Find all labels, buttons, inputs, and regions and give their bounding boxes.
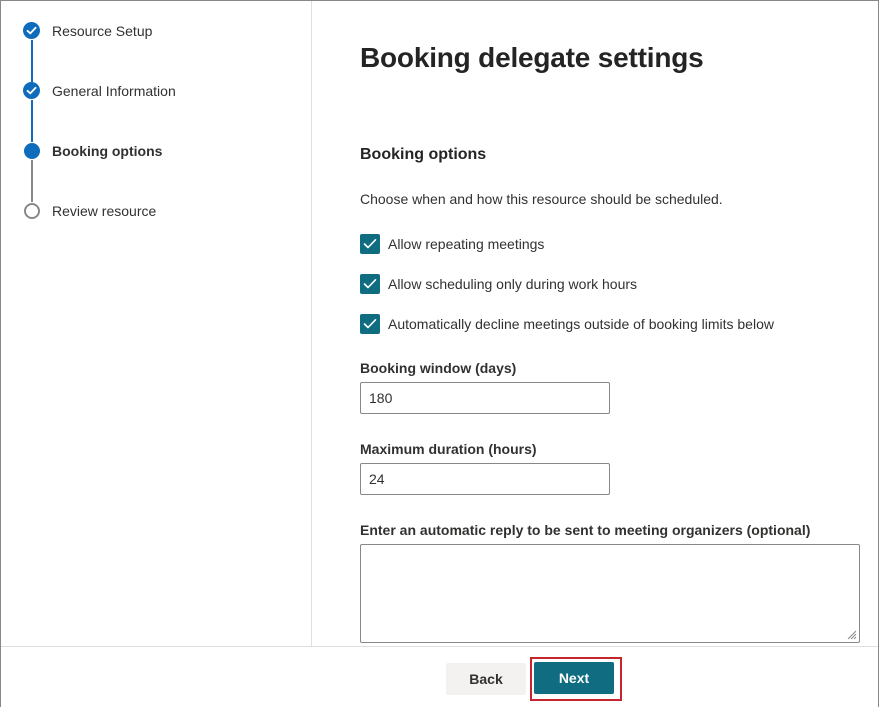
checkbox-label: Allow scheduling only during work hours bbox=[388, 276, 638, 292]
booking-settings-panel: Booking delegate settings Booking option… bbox=[313, 1, 879, 646]
checkbox-checked[interactable] bbox=[360, 314, 380, 334]
step-connector bbox=[31, 40, 33, 82]
max-duration-label: Maximum duration (hours) bbox=[360, 441, 537, 457]
checkbox-label: Automatically decline meetings outside o… bbox=[388, 316, 774, 332]
booking-window-input[interactable]: 180 bbox=[360, 382, 610, 414]
wizard-footer: Back Next bbox=[1, 646, 878, 707]
checkmark-circle-icon bbox=[23, 82, 40, 99]
page-title: Booking delegate settings bbox=[360, 42, 704, 73]
checkmark-circle-icon bbox=[23, 22, 40, 39]
auto-reply-textarea[interactable] bbox=[360, 544, 860, 643]
resize-grip-icon[interactable] bbox=[845, 628, 857, 640]
filled-circle-icon bbox=[24, 143, 40, 159]
step-label: Booking options bbox=[52, 143, 163, 159]
section-title: Booking options bbox=[360, 146, 487, 163]
empty-circle-icon bbox=[24, 203, 40, 219]
allow-repeating-checkbox[interactable]: Allow repeating meetings bbox=[360, 234, 544, 254]
step-label: Resource Setup bbox=[52, 23, 153, 39]
step-connector bbox=[31, 100, 33, 142]
step-label: Review resource bbox=[52, 203, 157, 219]
step-connector bbox=[31, 160, 33, 202]
work-hours-only-checkbox[interactable]: Allow scheduling only during work hours bbox=[360, 274, 637, 294]
wizard-window: Resource Setup General Information Booki… bbox=[0, 0, 879, 707]
back-button[interactable]: Back bbox=[446, 663, 526, 695]
checkbox-checked[interactable] bbox=[360, 234, 380, 254]
next-button[interactable]: Next bbox=[534, 662, 614, 694]
step-label: General Information bbox=[52, 83, 176, 99]
checkbox-label: Allow repeating meetings bbox=[388, 236, 545, 252]
checkbox-checked[interactable] bbox=[360, 274, 380, 294]
booking-window-label: Booking window (days) bbox=[360, 360, 517, 376]
max-duration-input[interactable]: 24 bbox=[360, 463, 610, 495]
auto-decline-checkbox[interactable]: Automatically decline meetings outside o… bbox=[360, 314, 774, 334]
section-description: Choose when and how this resource should… bbox=[360, 191, 723, 207]
auto-reply-label: Enter an automatic reply to be sent to m… bbox=[360, 522, 811, 538]
wizard-steps: Resource Setup General Information Booki… bbox=[1, 1, 312, 646]
